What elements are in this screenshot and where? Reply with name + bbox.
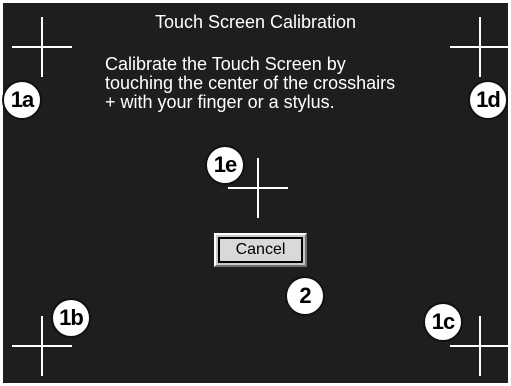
callout-1e: 1e xyxy=(205,145,245,185)
page-title: Touch Screen Calibration xyxy=(154,12,357,32)
callout-1d: 1d xyxy=(468,80,508,120)
instruction-line-1: Calibrate the Touch Screen by xyxy=(105,54,346,74)
callout-2: 2 xyxy=(285,276,325,316)
instruction-line-3: + with your finger or a stylus. xyxy=(105,92,335,112)
instruction-line-2: touching the center of the crosshairs xyxy=(105,73,396,93)
callout-1c: 1c xyxy=(423,302,463,342)
callout-1b: 1b xyxy=(51,298,91,338)
callout-1a: 1a xyxy=(2,80,42,120)
calibration-screen: Touch Screen Calibration Calibrate the T… xyxy=(2,3,510,383)
crosshair-top-left[interactable] xyxy=(12,17,72,77)
calibration-instructions: Calibrate the Touch Screen by touching t… xyxy=(105,55,465,112)
cancel-button-label: Cancel xyxy=(218,237,303,263)
crosshair-top-right[interactable] xyxy=(450,17,510,77)
cancel-button[interactable]: Cancel xyxy=(214,233,307,267)
